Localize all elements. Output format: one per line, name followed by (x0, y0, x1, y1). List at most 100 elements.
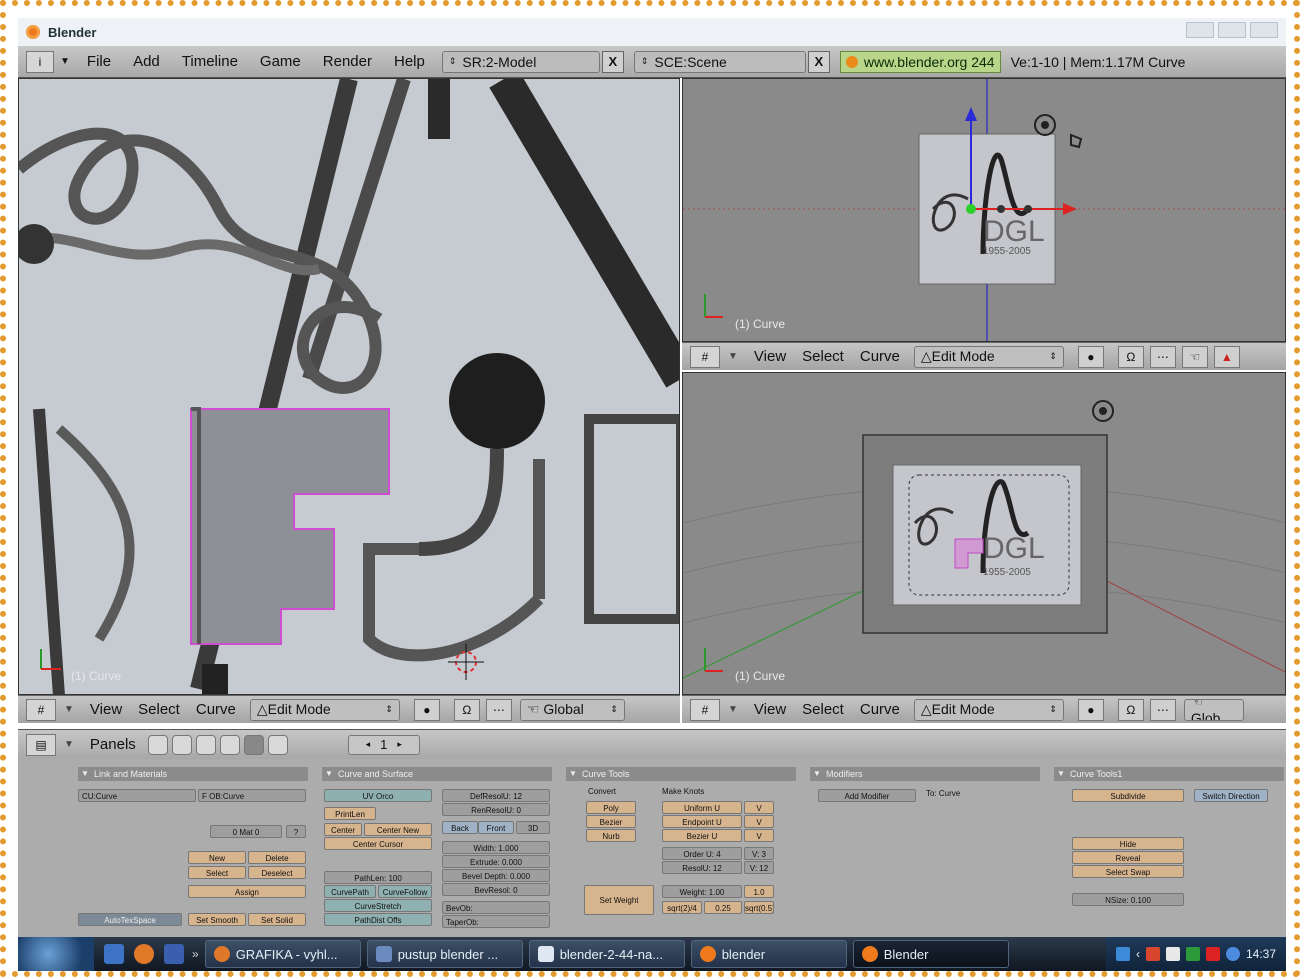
uv-orco-toggle[interactable]: UV Orco (324, 789, 432, 802)
autotexspace-toggle[interactable]: AutoTexSpace (78, 913, 182, 926)
task-document[interactable]: blender-2-44-na... (528, 940, 685, 968)
menu-curve[interactable]: Curve (852, 348, 908, 365)
editor-type-icon[interactable]: # (690, 698, 720, 721)
bezier-button[interactable]: Bezier (586, 815, 636, 828)
task-blender-console[interactable]: blender (690, 940, 847, 968)
path-len-field[interactable]: PathLen: 100 (324, 871, 432, 884)
blender-url[interactable]: www.blender.org 244 (839, 50, 1001, 73)
back-toggle[interactable]: Back (442, 821, 478, 834)
weight-sqrt2-button[interactable]: sqrt(2)/4 (662, 901, 702, 914)
set-weight-button[interactable]: Set Weight (584, 885, 654, 915)
material-query-button[interactable]: ? (286, 825, 306, 838)
delete-scene-button[interactable]: X (807, 50, 830, 73)
screen-selector[interactable]: ⇕ SR:2-Model (441, 50, 600, 73)
object-name-field[interactable]: F OB:Curve (198, 789, 306, 802)
nsize-field[interactable]: NSize: 0.100 (1072, 893, 1184, 906)
bezier-u-button[interactable]: Bezier U (662, 829, 742, 842)
scene-selector[interactable]: ⇕ SCE:Scene (633, 50, 806, 73)
network-icon[interactable] (1165, 947, 1180, 961)
front-toggle[interactable]: Front (478, 821, 514, 834)
menu-add[interactable]: Add (122, 53, 171, 70)
viewport-top-right[interactable]: DGL 1955-2005 (1) Curve (682, 78, 1286, 342)
show-desktop-icon[interactable] (104, 944, 124, 964)
nurb-button[interactable]: Nurb (586, 829, 636, 842)
mode-selector[interactable]: △Edit Mode ⇕ (913, 345, 1064, 368)
mode-selector[interactable]: △Edit Mode ⇕ (249, 698, 400, 721)
select-swap-button[interactable]: Select Swap (1072, 865, 1184, 878)
editing-context-icon[interactable] (243, 734, 264, 755)
menu-help[interactable]: Help (383, 53, 436, 70)
order-u-field[interactable]: Order U: 4 (662, 847, 742, 860)
collapse-arrow-icon[interactable]: ▼ (64, 739, 74, 750)
close-window-button[interactable] (1250, 22, 1278, 38)
weight-sqrt05-button[interactable]: sqrt(0.5) (744, 901, 774, 914)
menu-select[interactable]: Select (130, 701, 188, 718)
clock[interactable]: 14:37 (1246, 947, 1276, 961)
script-context-icon[interactable] (171, 734, 192, 755)
material-select-button[interactable]: Select (188, 866, 246, 879)
tray-expand-icon[interactable]: ‹ (1136, 947, 1140, 961)
menu-view[interactable]: View (82, 701, 130, 718)
3d-toggle[interactable]: 3D (516, 821, 550, 834)
ren-resol-field[interactable]: RenResolU: 0 (442, 803, 550, 816)
collapse-arrow-icon[interactable]: ▼ (60, 56, 70, 67)
overflow-icon[interactable]: » (192, 947, 199, 961)
logic-context-icon[interactable] (147, 734, 168, 755)
alert-icon[interactable] (1205, 947, 1220, 961)
mode-selector[interactable]: △Edit Mode ⇕ (913, 698, 1064, 721)
menu-curve[interactable]: Curve (852, 701, 908, 718)
bev-resol-field[interactable]: BevResol: 0 (442, 883, 550, 896)
curve-stretch-toggle[interactable]: CurveStretch (324, 899, 432, 912)
shading-icon[interactable]: ● (1077, 345, 1104, 368)
poly-button[interactable]: Poly (586, 801, 636, 814)
maximize-button[interactable] (1218, 22, 1246, 38)
weight-1-button[interactable]: 1.0 (744, 885, 774, 898)
print-len-button[interactable]: PrintLen (324, 807, 376, 820)
buttons-editor-icon[interactable]: ▤ (26, 733, 56, 756)
scene-context-icon[interactable] (267, 734, 288, 755)
task-firefox[interactable]: GRAFIKA - vyhl... (204, 940, 361, 968)
weight-field[interactable]: Weight: 1.00 (662, 885, 742, 898)
panel-title[interactable]: Modifiers (810, 767, 1040, 781)
pivot-icon[interactable]: Ω (1117, 345, 1144, 368)
translate-icon[interactable]: ▲ (1213, 345, 1240, 368)
shading-icon[interactable]: ● (413, 698, 440, 721)
curve-follow-toggle[interactable]: CurveFollow (378, 885, 432, 898)
def-resol-field[interactable]: DefResolU: 12 (442, 789, 550, 802)
menu-file[interactable]: File (76, 53, 122, 70)
orientation-selector[interactable]: ☜ Global ⇕ (519, 698, 625, 721)
snap-icon[interactable]: ⋯ (1149, 698, 1176, 721)
panel-title[interactable]: Curve Tools1 (1054, 767, 1284, 781)
material-new-button[interactable]: New (188, 851, 246, 864)
collapse-arrow-icon[interactable]: ▼ (64, 704, 74, 715)
messenger-icon[interactable] (1225, 947, 1240, 961)
shading-context-icon[interactable] (195, 734, 216, 755)
order-v-field[interactable]: V: 3 (744, 847, 774, 860)
center-new-button[interactable]: Center New (364, 823, 432, 836)
pivot-icon[interactable]: Ω (1117, 698, 1144, 721)
panel-title[interactable]: Link and Materials (78, 767, 308, 781)
save-icon[interactable] (164, 944, 184, 964)
menu-timeline[interactable]: Timeline (171, 53, 249, 70)
set-solid-button[interactable]: Set Solid (248, 913, 306, 926)
snap-icon[interactable]: ⋯ (1149, 345, 1176, 368)
reveal-button[interactable]: Reveal (1072, 851, 1184, 864)
start-button[interactable] (18, 937, 94, 971)
hide-button[interactable]: Hide (1072, 837, 1184, 850)
bevel-depth-field[interactable]: Bevel Depth: 0.000 (442, 869, 550, 882)
switch-direction-button[interactable]: Switch Direction (1194, 789, 1268, 802)
weight-025-button[interactable]: 0.25 (704, 901, 742, 914)
material-index-field[interactable]: 0 Mat 0 (210, 825, 282, 838)
collapse-arrow-icon[interactable]: ▼ (728, 704, 738, 715)
panels-menu[interactable]: Panels (82, 736, 144, 753)
task-blender[interactable]: Blender (852, 940, 1009, 968)
volume-icon[interactable] (1185, 947, 1200, 961)
info-editor-icon[interactable]: i (26, 50, 54, 73)
resol-u-field[interactable]: ResolU: 12 (662, 861, 742, 874)
material-deselect-button[interactable]: Deselect (248, 866, 306, 879)
menu-render[interactable]: Render (312, 53, 383, 70)
viewport-bottom-right[interactable]: DGL 1955-2005 (1) Curve (682, 372, 1286, 695)
orientation-selector[interactable]: ☜ Glob (1183, 698, 1244, 721)
delete-screen-button[interactable]: X (601, 50, 624, 73)
snap-icon[interactable]: ⋯ (485, 698, 512, 721)
